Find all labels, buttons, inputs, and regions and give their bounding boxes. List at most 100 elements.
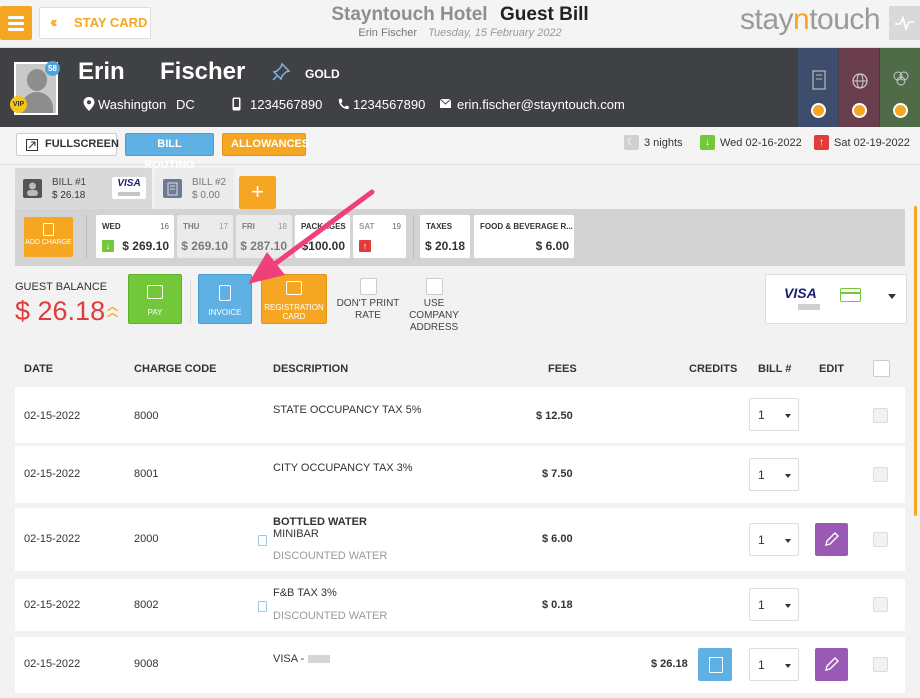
day-name: WED	[102, 222, 121, 231]
double-chevron-up-icon[interactable]: ︿ ︿	[107, 302, 118, 319]
bill-number-select[interactable]: 1	[749, 458, 799, 491]
regcard-label: REGISTRATION	[264, 303, 324, 312]
receipt-button[interactable]	[698, 648, 732, 681]
search-icon	[811, 103, 826, 118]
table-row[interactable]: 02-15-2022 9008 VISA - $ 26.18 1	[15, 637, 905, 693]
masked-card-number	[798, 304, 820, 310]
visa-logo: VISA	[784, 285, 817, 301]
fullscreen-button[interactable]: FULLSCREEN	[16, 133, 119, 156]
food-beverage-card[interactable]: FOOD & BEVERAGE R... $ 6.00	[474, 215, 574, 258]
payment-method-selector[interactable]: VISA	[765, 274, 907, 324]
bill-number-select[interactable]: 1	[749, 588, 799, 621]
bill-tab-1[interactable]: BILL #1 $ 26.18 VISA	[15, 168, 152, 209]
building-icon	[812, 70, 826, 90]
arrival-arrow-icon: ↓	[102, 240, 114, 252]
bill-1-card: VISA	[112, 177, 146, 199]
day-date: 16	[160, 222, 169, 231]
document-icon	[258, 601, 267, 612]
annotation-arrow	[248, 189, 375, 284]
vip-badge: VIP	[10, 96, 27, 113]
row-credits: $ 26.18	[651, 658, 688, 670]
row-note: DISCOUNTED WATER	[273, 610, 388, 622]
guest-bill-icon	[23, 179, 42, 198]
row-checkbox[interactable]	[873, 597, 888, 612]
add-charge-button[interactable]: ADD CHARGE	[24, 217, 73, 257]
row-sub-description: MINIBAR	[273, 528, 319, 540]
bill-1-label: BILL #1	[52, 177, 87, 188]
guest-email[interactable]: erin.fischer@stayntouch.com	[457, 97, 625, 112]
use-company-address-checkbox[interactable]	[426, 278, 443, 295]
top-bar: ‹‹ STAY CARD Stayntouch Hotel Guest Bill…	[0, 0, 920, 48]
row-date: 02-15-2022	[24, 410, 81, 422]
phone-icon	[338, 98, 349, 110]
logo-part: touch	[809, 3, 881, 36]
table-row[interactable]: 02-15-2022 8001 CITY OCCUPANCY TAX 3% $ …	[15, 446, 905, 503]
col-charge-code: CHARGE CODE	[134, 363, 217, 375]
table-row[interactable]: 02-15-2022 2000 BOTTLED WATER MINIBAR DI…	[15, 508, 905, 571]
add-charge-label: ADD CHARGE	[25, 239, 72, 246]
table-row[interactable]: 02-15-2022 8002 F&B TAX 3% DISCOUNTED WA…	[15, 579, 905, 631]
guest-first-name[interactable]: Erin	[78, 58, 125, 86]
row-date: 02-15-2022	[24, 658, 81, 670]
label-line: USE	[423, 298, 445, 309]
bill-number-select[interactable]: 1	[749, 648, 799, 681]
caret-down-icon	[785, 474, 791, 478]
row-checkbox[interactable]	[873, 532, 888, 547]
guest-phone-mobile[interactable]: 1234567890	[250, 97, 322, 112]
day-card-thu[interactable]: THU 17 $ 269.10	[177, 215, 233, 258]
bill-number-select[interactable]: 1	[749, 523, 799, 556]
row-date: 02-15-2022	[24, 533, 81, 545]
row-code: 8002	[134, 599, 159, 611]
day-card-wed[interactable]: WED 16 ↓ $ 269.10	[96, 215, 174, 258]
bill-routing-button[interactable]: BILL ROUTING	[125, 133, 214, 171]
double-chevron-left-icon: ‹‹	[50, 14, 57, 31]
bill-number: 1	[758, 598, 765, 612]
row-description: CITY OCCUPANCY TAX 3%	[273, 462, 413, 474]
departure-date: Sat 02-19-2022	[834, 137, 910, 149]
dont-print-rate-label: DON'T PRINT RATE	[334, 298, 402, 322]
pushpin-icon[interactable]	[271, 62, 291, 82]
bill-1-amount: $ 26.18	[52, 190, 86, 201]
hotel-name: Stayntouch Hotel	[331, 4, 488, 25]
bill-tabs: BILL #1 $ 26.18 VISA BILL #2 $ 0.00 +	[0, 165, 920, 209]
row-checkbox[interactable]	[873, 657, 888, 672]
bill-number: 1	[758, 658, 765, 672]
edit-button[interactable]	[815, 648, 848, 681]
search-icon	[852, 103, 867, 118]
guest-phone-home[interactable]: 1234567890	[353, 97, 425, 112]
label-line: COMPANY	[409, 310, 459, 321]
edit-button[interactable]	[815, 523, 848, 556]
hamburger-menu-icon[interactable]	[0, 6, 32, 40]
caret-down-icon	[785, 539, 791, 543]
col-edit: EDIT	[819, 363, 845, 375]
day-name: FOOD & BEVERAGE R...	[480, 222, 573, 231]
company-bill-icon	[163, 179, 182, 198]
col-fees: FEES	[548, 363, 577, 375]
globe-icon	[852, 73, 868, 89]
arrival-date: Wed 02-16-2022	[720, 137, 802, 149]
guest-last-name[interactable]: Fischer	[160, 58, 245, 86]
bill-tab-2[interactable]: BILL #2 $ 0.00	[155, 168, 234, 209]
header-guest-name: Erin Fischer	[358, 27, 418, 39]
row-checkbox[interactable]	[873, 467, 888, 482]
caret-down-icon	[785, 664, 791, 668]
table-row[interactable]: 02-15-2022 8000 STATE OCCUPANCY TAX 5% $…	[15, 387, 905, 443]
scrollbar[interactable]	[914, 206, 917, 516]
group-card[interactable]	[880, 48, 920, 127]
row-checkbox[interactable]	[873, 408, 888, 423]
select-all-checkbox[interactable]	[873, 360, 890, 377]
room-card[interactable]	[798, 48, 838, 127]
allowances-button[interactable]: ALLOWANCES	[222, 133, 309, 156]
company-card[interactable]	[839, 48, 879, 127]
bill-number-select[interactable]: 1	[749, 398, 799, 431]
activity-pulse-icon[interactable]	[889, 6, 920, 40]
stay-card-button[interactable]: ‹‹ STAY CARD	[39, 7, 151, 39]
pay-label: PAY	[147, 308, 163, 317]
pay-button[interactable]: PAY	[128, 274, 182, 324]
wallet-icon	[147, 285, 163, 299]
taxes-card[interactable]: TAXES $ 20.18	[420, 215, 470, 258]
day-date: 19	[392, 222, 401, 231]
logo-part: n	[793, 3, 810, 36]
mobile-phone-icon	[232, 97, 241, 111]
row-code: 2000	[134, 533, 159, 545]
